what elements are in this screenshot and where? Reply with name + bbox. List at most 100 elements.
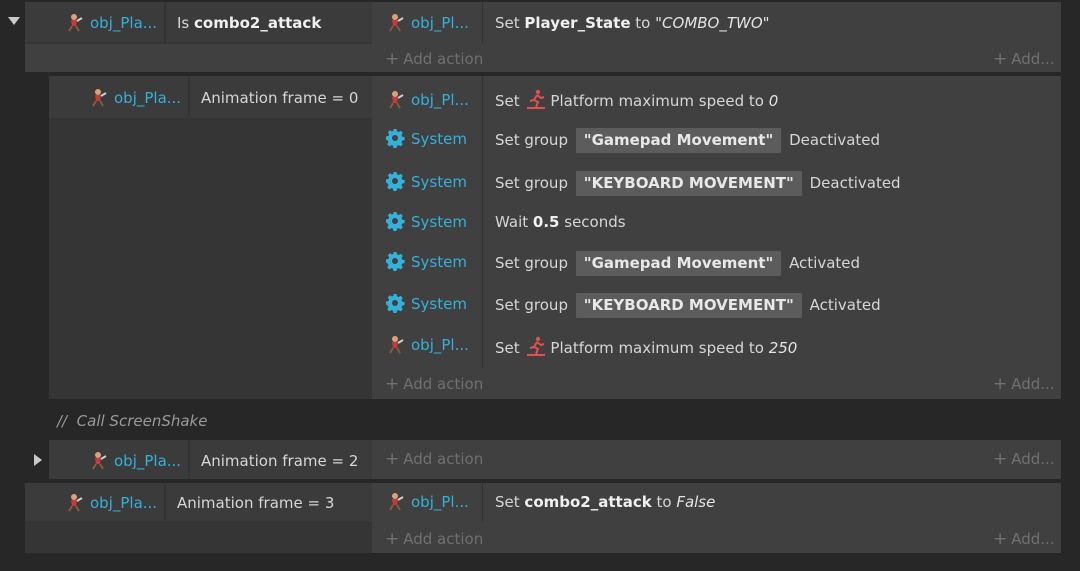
- action-text[interactable]: Set Platform maximum speed to 0: [495, 89, 778, 111]
- action-object-name: System: [411, 213, 467, 231]
- condition-object[interactable]: obj_Pla...: [64, 12, 157, 34]
- plus-icon: +: [385, 529, 400, 549]
- add-action-label: Add action: [403, 530, 484, 548]
- action-object[interactable]: System: [385, 171, 467, 193]
- action-object[interactable]: System: [385, 251, 467, 273]
- action-state: Activated: [809, 296, 881, 314]
- action-prefix: Set: [495, 14, 520, 32]
- action-object-name: obj_Pl...: [411, 14, 469, 32]
- action-divider: [482, 2, 483, 44]
- add-action-label: Add action: [403, 450, 484, 468]
- action-object-name: obj_Pl...: [411, 91, 469, 109]
- player-sprite-icon: [92, 452, 107, 470]
- action-variable: combo2_attack: [524, 493, 652, 511]
- action-divider: [482, 483, 483, 522]
- action-text[interactable]: Set group "Gamepad Movement" Activated: [495, 251, 860, 276]
- add-short-label: Add...: [1011, 375, 1055, 393]
- add-short-label: Add...: [1011, 450, 1055, 468]
- condition-text[interactable]: Is combo2_attack: [177, 12, 321, 34]
- add-action-button[interactable]: + Add action: [385, 374, 483, 394]
- plus-icon: +: [993, 529, 1008, 549]
- add-action-button[interactable]: + Add action: [385, 49, 483, 69]
- action-text[interactable]: Set group "KEYBOARD MOVEMENT" Activated: [495, 293, 881, 318]
- condition-object-name: obj_Pla...: [114, 89, 182, 107]
- action-prefix: Wait: [495, 213, 529, 231]
- add-event-button[interactable]: + Add...: [993, 529, 1055, 549]
- plus-icon: +: [385, 49, 400, 69]
- action-state: Deactivated: [809, 174, 901, 192]
- action-value: False: [676, 493, 716, 511]
- add-action-button[interactable]: + Add action: [385, 529, 483, 549]
- action-prefix: Set: [495, 493, 520, 511]
- condition-text[interactable]: Animation frame = 3: [177, 492, 334, 514]
- action-object[interactable]: System: [385, 128, 467, 150]
- group-name-chip: "KEYBOARD MOVEMENT": [575, 293, 802, 318]
- condition-object[interactable]: obj_Pla...: [64, 492, 157, 514]
- action-text[interactable]: Wait 0.5 seconds: [495, 211, 626, 233]
- action-text[interactable]: Set group "Gamepad Movement" Deactivated: [495, 128, 881, 153]
- platform-behavior-icon: [527, 89, 546, 109]
- plus-icon: +: [993, 374, 1008, 394]
- action-prefix: Set group: [495, 131, 568, 149]
- action-object[interactable]: obj_Pl...: [385, 491, 469, 513]
- action-prefix: Set: [495, 92, 520, 110]
- group-name-chip: "KEYBOARD MOVEMENT": [575, 171, 802, 196]
- action-object[interactable]: obj_Pl...: [385, 12, 469, 34]
- condition-object-name: obj_Pla...: [114, 452, 182, 470]
- action-object-name: System: [411, 130, 467, 148]
- group-name-chip: "Gamepad Movement": [575, 128, 782, 153]
- action-text[interactable]: Set Player_State to "COMBO_TWO": [495, 12, 770, 34]
- gear-icon: [386, 129, 405, 148]
- add-action-label: Add action: [403, 375, 484, 393]
- player-sprite-icon: [389, 91, 404, 109]
- condition-variable: combo2_attack: [194, 14, 322, 32]
- action-unit: seconds: [564, 213, 626, 231]
- action-object-name: obj_Pl...: [411, 493, 469, 511]
- player-sprite-icon: [389, 493, 404, 511]
- action-object-name: System: [411, 253, 467, 271]
- add-event-button[interactable]: + Add...: [993, 49, 1055, 69]
- action-to: to: [656, 493, 672, 511]
- action-object[interactable]: obj_Pl...: [385, 334, 469, 356]
- condition-object[interactable]: obj_Pla...: [88, 450, 181, 472]
- action-prefix: Set group: [495, 296, 568, 314]
- gear-icon: [386, 294, 405, 313]
- action-object[interactable]: System: [385, 211, 467, 233]
- collapse-arrow-icon[interactable]: [8, 17, 20, 25]
- action-object[interactable]: System: [385, 293, 467, 315]
- action-text[interactable]: Set combo2_attack to False: [495, 491, 715, 513]
- add-short-label: Add...: [1011, 50, 1055, 68]
- player-sprite-icon: [389, 14, 404, 32]
- action-state: Deactivated: [789, 131, 881, 149]
- condition-object-name: obj_Pla...: [90, 494, 158, 512]
- group-name-chip: "Gamepad Movement": [575, 251, 782, 276]
- comment-text: Call ScreenShake: [76, 412, 208, 430]
- expand-arrow-icon[interactable]: [34, 454, 42, 466]
- comment[interactable]: // Call ScreenShake: [57, 412, 207, 430]
- gear-icon: [386, 212, 405, 231]
- action-prefix: Set group: [495, 174, 568, 192]
- action-prefix: Set: [495, 339, 520, 357]
- action-text-body: Platform maximum speed to: [550, 339, 764, 357]
- action-object-name: obj_Pl...: [411, 336, 469, 354]
- action-divider: [482, 76, 483, 368]
- action-value: 250: [768, 339, 798, 357]
- condition-text[interactable]: Animation frame = 2: [201, 450, 358, 472]
- condition-object[interactable]: obj_Pla...: [88, 87, 181, 109]
- action-value: 0: [768, 92, 779, 110]
- action-value: "COMBO_TWO": [655, 14, 770, 32]
- gear-icon: [386, 252, 405, 271]
- action-object[interactable]: obj_Pl...: [385, 89, 469, 111]
- action-text-body: Platform maximum speed to: [550, 92, 764, 110]
- condition-text[interactable]: Animation frame = 0: [201, 87, 358, 109]
- action-to: to: [635, 14, 651, 32]
- add-event-button[interactable]: + Add...: [993, 374, 1055, 394]
- plus-icon: +: [385, 449, 400, 469]
- add-action-label: Add action: [403, 50, 484, 68]
- action-text[interactable]: Set Platform maximum speed to 250: [495, 336, 797, 358]
- action-text[interactable]: Set group "KEYBOARD MOVEMENT" Deactivate…: [495, 171, 901, 196]
- add-action-button[interactable]: + Add action: [385, 449, 483, 469]
- comment-slashes: //: [57, 412, 68, 430]
- action-object-name: System: [411, 173, 467, 191]
- add-event-button[interactable]: + Add...: [993, 449, 1055, 469]
